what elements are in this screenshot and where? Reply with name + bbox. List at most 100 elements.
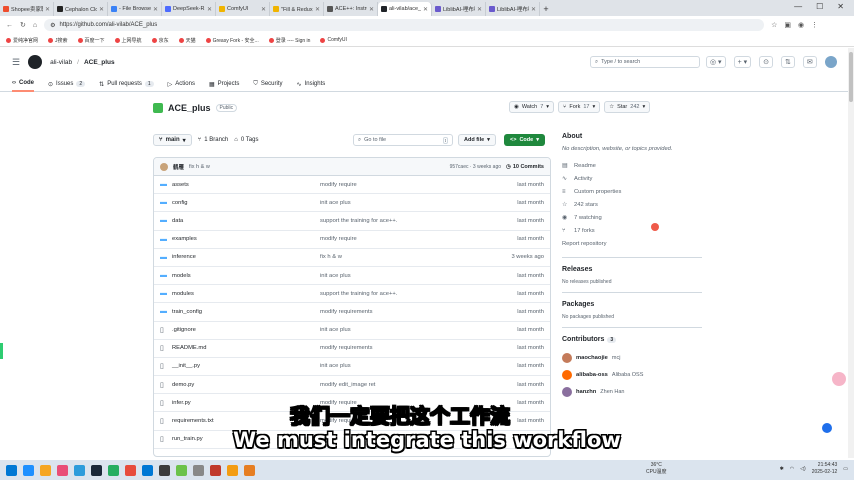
file-name[interactable]: data bbox=[172, 218, 320, 224]
notification-icon[interactable]: ▭ bbox=[843, 466, 848, 472]
table-row[interactable]: ▯ README.md modify requirements last month bbox=[154, 340, 550, 358]
file-name[interactable]: config bbox=[172, 200, 320, 206]
taskbar-app-icon[interactable] bbox=[23, 464, 34, 476]
scrollbar-thumb[interactable] bbox=[849, 52, 853, 102]
add-file-button[interactable]: Add file ▾ bbox=[458, 134, 496, 146]
bookmark-item[interactable]: 上网导航 bbox=[114, 37, 142, 44]
file-name[interactable]: examples bbox=[172, 236, 320, 242]
file-name[interactable]: assets bbox=[172, 182, 320, 188]
tab-issues[interactable]: ⊙ Issues 2 bbox=[48, 76, 86, 92]
create-new-icon[interactable]: + ▾ bbox=[733, 56, 752, 68]
owner-link[interactable]: ali-vilab bbox=[50, 59, 72, 66]
close-icon[interactable]: ✕ bbox=[153, 6, 158, 13]
tab-actions[interactable]: ▷ Actions bbox=[168, 76, 195, 92]
close-icon[interactable]: ✕ bbox=[45, 6, 50, 13]
custom-properties-link[interactable]: ≡ Custom properties bbox=[562, 185, 702, 198]
minimize-icon[interactable]: — bbox=[794, 2, 802, 11]
taskbar-app-icon[interactable] bbox=[159, 464, 170, 476]
commit-message[interactable]: init ace plus bbox=[320, 200, 484, 206]
readme-link[interactable]: ▤ Readme bbox=[562, 159, 702, 172]
issues-icon[interactable]: ⊙ bbox=[759, 56, 773, 68]
fork-button[interactable]: ⑂ Fork 17 ▾ bbox=[558, 101, 601, 113]
taskbar-app-icon[interactable] bbox=[74, 464, 85, 476]
taskbar-app-icon[interactable] bbox=[91, 464, 102, 476]
table-row[interactable]: ▯ demo.py modify edit_image ret last month bbox=[154, 376, 550, 395]
table-row[interactable]: ▬ modules support the training for ace++. l… bbox=[154, 285, 550, 304]
browser-tab[interactable]: - File Browser ✕ bbox=[108, 2, 162, 16]
close-icon[interactable]: ✕ bbox=[477, 6, 482, 13]
taskbar-app-icon[interactable] bbox=[125, 464, 136, 476]
taskbar-app-icon[interactable] bbox=[193, 464, 204, 476]
avatar[interactable] bbox=[562, 369, 572, 380]
close-icon[interactable]: ✕ bbox=[207, 6, 212, 13]
page-scrollbar[interactable] bbox=[848, 48, 854, 458]
start-menu-icon[interactable] bbox=[6, 464, 17, 476]
github-logo-icon[interactable] bbox=[28, 55, 43, 69]
reload-icon[interactable]: ↻ bbox=[20, 21, 26, 29]
table-row[interactable]: ▬ examples modify require last month bbox=[154, 231, 550, 249]
file-name[interactable]: .gitignore bbox=[172, 327, 320, 333]
bookmark-item[interactable]: Greasy Fork - 安全... bbox=[205, 37, 259, 44]
copilot-icon[interactable]: ◎ ▾ bbox=[706, 56, 726, 68]
bookmark-star-icon[interactable]: ☆ bbox=[771, 21, 777, 29]
bookmark-item[interactable]: 天猫 bbox=[178, 37, 196, 44]
wifi-icon[interactable]: ◠ bbox=[790, 466, 794, 472]
clock[interactable]: 21:54:43 2025-02-12 bbox=[812, 462, 838, 476]
activity-link[interactable]: ∿ Activity bbox=[562, 172, 702, 185]
packages-heading[interactable]: Packages bbox=[562, 301, 702, 308]
tab-projects[interactable]: ▦ Projects bbox=[209, 76, 239, 92]
bookmark-item[interactable]: 百度一下 bbox=[77, 37, 105, 44]
file-name[interactable]: README.md bbox=[172, 345, 320, 351]
github-search-input[interactable]: ⌕ Type / to search bbox=[590, 56, 700, 68]
tab-security[interactable]: ⛉ Security bbox=[253, 76, 282, 92]
commit-message[interactable]: init ace plus bbox=[320, 363, 484, 369]
back-icon[interactable]: ← bbox=[6, 22, 13, 29]
commits-link[interactable]: ◷ 10 Commits bbox=[506, 164, 544, 170]
forks-link[interactable]: ⑂ 17 forks bbox=[562, 224, 702, 237]
floating-assistant-icon[interactable] bbox=[832, 372, 846, 386]
file-name[interactable]: modules bbox=[172, 291, 320, 297]
contributor-login[interactable]: alibaba-oss bbox=[576, 372, 608, 378]
contributor-item[interactable]: maochaojie mcj bbox=[562, 349, 702, 366]
taskbar-app-icon[interactable] bbox=[142, 464, 153, 476]
code-button[interactable]: <> Code ▾ bbox=[504, 134, 545, 146]
table-row[interactable]: ▯ .gitignore init ace plus last month bbox=[154, 322, 550, 340]
branch-selector[interactable]: ⑂ main ▾ bbox=[153, 134, 192, 146]
hamburger-menu-icon[interactable]: ☰ bbox=[12, 57, 20, 68]
commit-message[interactable]: modify edit_image ret bbox=[320, 382, 484, 388]
contributor-login[interactable]: maochaojie bbox=[576, 355, 608, 361]
bookmark-item[interactable]: 京东 bbox=[151, 37, 169, 44]
avatar[interactable] bbox=[562, 386, 572, 397]
file-name[interactable]: __init__.py bbox=[172, 363, 320, 369]
commit-message[interactable]: modify require bbox=[320, 236, 484, 242]
bookmark-item[interactable]: ComfyUI bbox=[320, 37, 347, 43]
watching-link[interactable]: ◉ 7 watching bbox=[562, 211, 702, 224]
browser-tab[interactable]: Cephalon Cloud 端✕ bbox=[54, 2, 108, 16]
close-icon[interactable]: ✕ bbox=[99, 6, 104, 13]
branches-link[interactable]: ⑂ 1 Branch bbox=[198, 137, 229, 143]
maximize-icon[interactable]: ☐ bbox=[816, 2, 823, 11]
watch-button[interactable]: ◉ Watch 7 ▾ bbox=[509, 101, 555, 113]
commit-message[interactable]: fix h & w bbox=[320, 254, 484, 260]
close-icon[interactable]: ✕ bbox=[837, 2, 844, 11]
contributor-item[interactable]: alibaba-oss Alibaba OSS bbox=[562, 366, 702, 383]
browser-tab[interactable]: Shopee卖家聊天室✕ bbox=[0, 2, 54, 16]
site-info-icon[interactable]: ⚙ bbox=[50, 22, 55, 29]
taskbar-app-icon[interactable] bbox=[210, 464, 221, 476]
browser-tab[interactable]: DeepSeek-R1-Distil✕ bbox=[162, 2, 216, 16]
table-row[interactable]: ▬ inference fix h & w 3 weeks ago bbox=[154, 249, 550, 267]
report-link[interactable]: Report repository bbox=[562, 237, 702, 250]
file-name[interactable]: train_config bbox=[172, 309, 320, 315]
close-icon[interactable]: ✕ bbox=[423, 6, 428, 13]
close-icon[interactable]: ✕ bbox=[315, 6, 320, 13]
avatar[interactable] bbox=[562, 352, 572, 363]
file-name[interactable]: models bbox=[172, 273, 320, 279]
file-name[interactable]: inference bbox=[172, 254, 320, 260]
tab-code[interactable]: ‹› Code bbox=[12, 76, 34, 92]
commit-message[interactable]: fix h & w bbox=[189, 164, 210, 170]
volume-icon[interactable]: ◁) bbox=[800, 466, 806, 472]
tab-pull-requests[interactable]: ⇅ Pull requests 1 bbox=[99, 76, 154, 92]
commit-message[interactable]: support the training for ace++. bbox=[320, 291, 484, 297]
browser-tab[interactable]: "Fill & Redux万物迁✕ bbox=[270, 2, 324, 16]
commit-message[interactable]: support the training for ace++. bbox=[320, 218, 484, 224]
